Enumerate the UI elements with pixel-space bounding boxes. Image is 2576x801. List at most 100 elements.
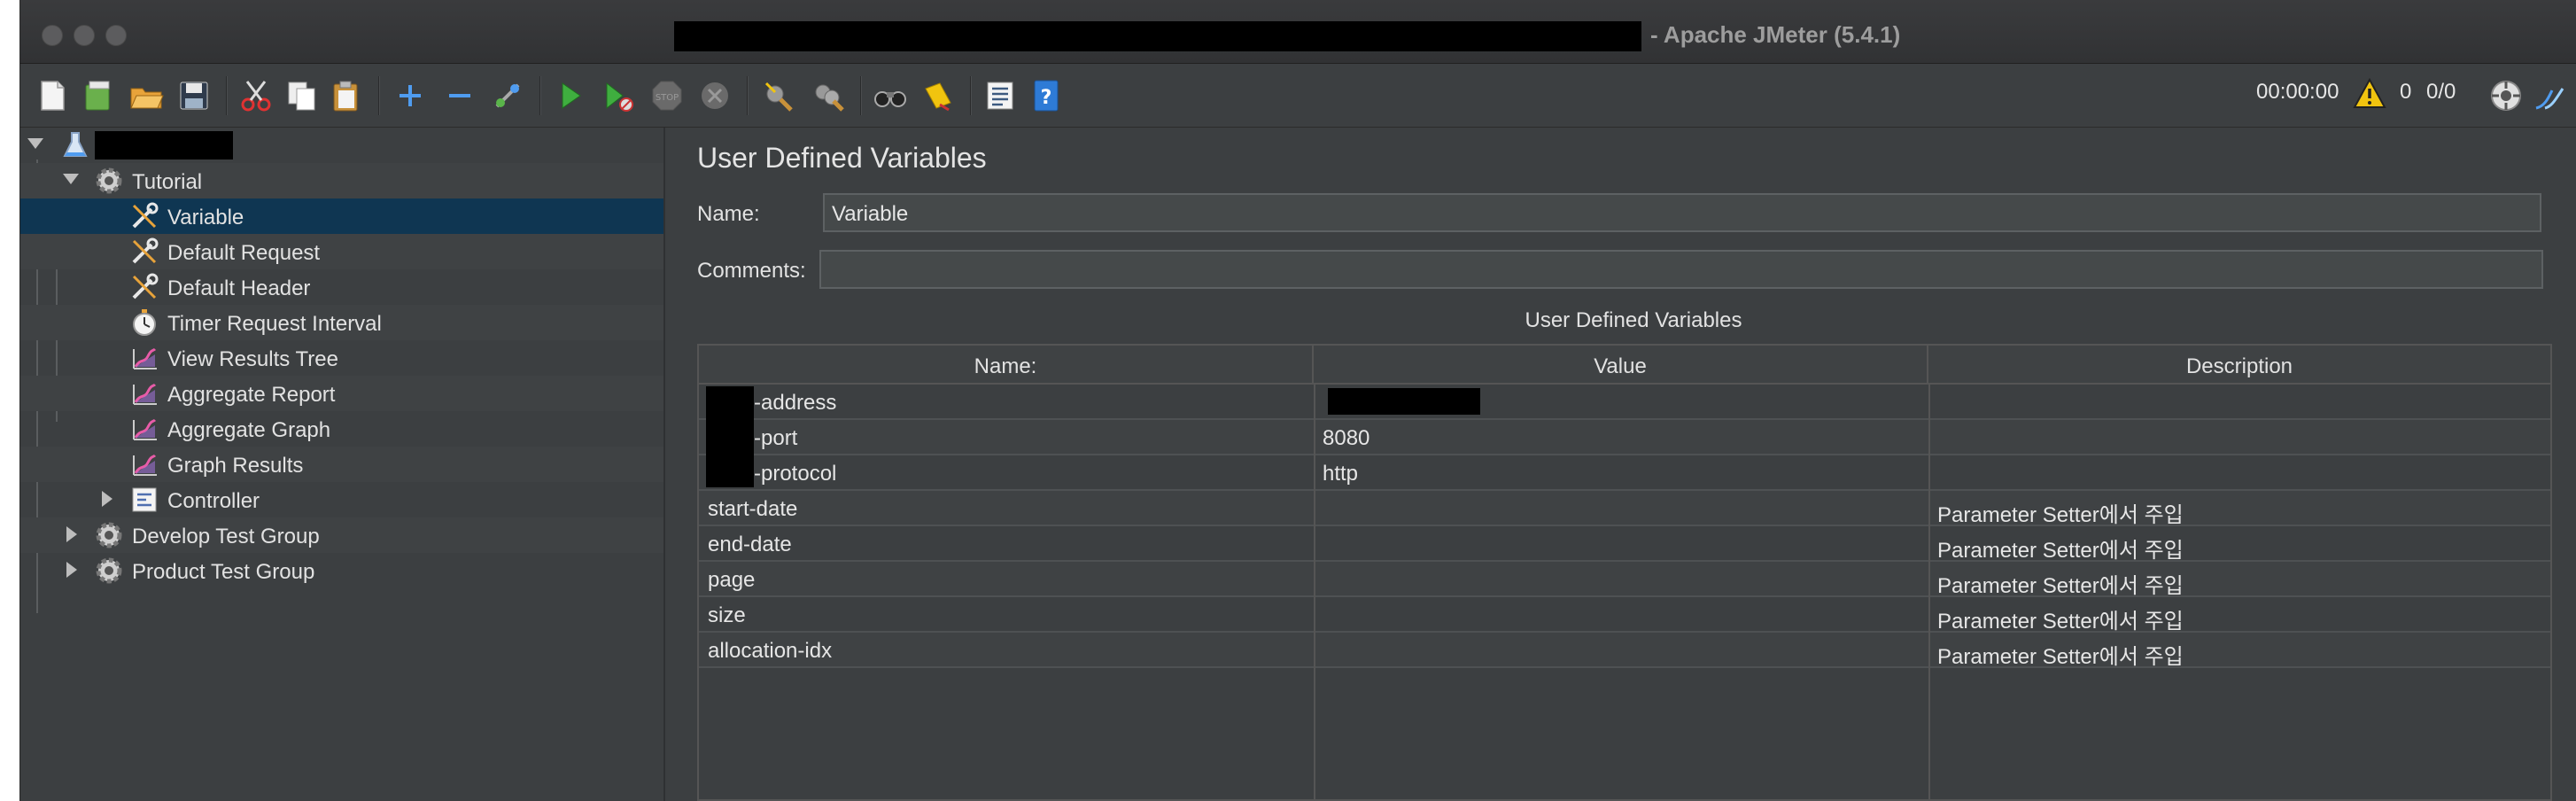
cell-description[interactable] xyxy=(1928,420,2550,455)
tree-item-variable[interactable]: Variable xyxy=(20,198,663,234)
cell-description[interactable]: Parameter Setter에서 주입 xyxy=(1928,562,2550,598)
cell-description[interactable]: Parameter Setter에서 주입 xyxy=(1928,491,2550,527)
elapsed-timer: 00:00:00 xyxy=(2256,80,2339,104)
column-header-name[interactable]: Name: xyxy=(699,346,1314,385)
column-header-value[interactable]: Value xyxy=(1314,346,1928,385)
tree-item-label: Controller xyxy=(167,489,260,513)
clear-all-icon[interactable] xyxy=(809,76,848,115)
comments-field[interactable] xyxy=(819,250,2543,289)
remote-start-icon[interactable] xyxy=(2487,76,2526,115)
templates-icon[interactable] xyxy=(79,76,118,115)
start-no-timers-icon[interactable] xyxy=(598,76,637,115)
cell-value[interactable] xyxy=(1314,385,1928,420)
copy-icon[interactable] xyxy=(283,76,322,115)
tree-item-label: Timer Request Interval xyxy=(167,312,382,336)
controller-icon xyxy=(132,487,157,512)
paste-icon[interactable] xyxy=(327,76,366,115)
cell-description[interactable]: Parameter Setter에서 주입 xyxy=(1928,633,2550,669)
table-row[interactable]: start-date Parameter Setter에서 주입 xyxy=(699,491,2550,527)
cell-value[interactable] xyxy=(1314,562,1928,597)
name-field[interactable]: Variable xyxy=(823,193,2541,232)
cell-value[interactable] xyxy=(1314,633,1928,668)
cell-value[interactable]: http xyxy=(1314,455,1928,491)
comments-label: Comments: xyxy=(697,259,806,283)
expand-icon[interactable] xyxy=(391,76,430,115)
shutdown-icon[interactable] xyxy=(695,76,734,115)
toggle-icon[interactable] xyxy=(488,76,527,115)
column-divider xyxy=(1314,385,1315,801)
open-icon[interactable] xyxy=(127,76,166,115)
gear-icon xyxy=(96,522,122,548)
cell-name[interactable]: size xyxy=(699,597,1314,633)
cell-description[interactable]: Parameter Setter에서 주입 xyxy=(1928,597,2550,634)
toolbar-separator xyxy=(970,76,972,115)
flask-icon xyxy=(63,132,88,157)
cell-value[interactable] xyxy=(1314,597,1928,633)
minimize-window-button[interactable] xyxy=(74,25,95,46)
collapse-icon[interactable] xyxy=(440,76,479,115)
table-row[interactable]: end-date Parameter Setter에서 주입 xyxy=(699,526,2550,563)
expand-arrow-icon[interactable] xyxy=(66,562,77,578)
expand-arrow-icon[interactable] xyxy=(63,174,79,184)
cut-icon[interactable] xyxy=(237,76,275,115)
reset-search-icon[interactable] xyxy=(919,76,958,115)
graph-icon xyxy=(133,418,157,440)
cell-name[interactable]: end-date xyxy=(699,526,1314,562)
gear-icon xyxy=(96,167,122,194)
log-viewer-icon[interactable] xyxy=(2531,76,2570,115)
tree-item-graph-results[interactable]: Graph Results xyxy=(20,447,663,482)
variables-table: Name: Value Description -address -port 8… xyxy=(697,344,2552,801)
cell-value[interactable]: 8080 xyxy=(1314,420,1928,455)
table-row[interactable]: page Parameter Setter에서 주입 xyxy=(699,562,2550,598)
warning-icon[interactable] xyxy=(2350,74,2389,113)
tree-item-test-plan[interactable] xyxy=(20,128,663,163)
search-icon[interactable] xyxy=(871,76,910,115)
jmeter-window: - Apache JMeter (5.4.1) STOP ? 00:00:00 … xyxy=(19,0,2576,801)
tree-item-product-test-group[interactable]: Product Test Group xyxy=(20,553,663,588)
start-icon[interactable] xyxy=(550,76,589,115)
tree-item-default-header[interactable]: Default Header xyxy=(20,269,663,305)
tree-item-default-request[interactable]: Default Request xyxy=(20,234,663,269)
help-icon[interactable]: ? xyxy=(1027,76,1066,115)
cell-description[interactable] xyxy=(1928,385,2550,420)
cell-name[interactable]: start-date xyxy=(699,491,1314,526)
expand-arrow-icon[interactable] xyxy=(27,138,43,149)
wrench-icon xyxy=(132,237,159,264)
cell-description[interactable] xyxy=(1928,455,2550,491)
close-window-button[interactable] xyxy=(42,25,63,46)
tree-item-controller[interactable]: Controller xyxy=(20,482,663,517)
cell-name[interactable]: -port xyxy=(745,420,1312,455)
tree-item-tutorial[interactable]: Tutorial xyxy=(20,163,663,198)
table-row[interactable]: size Parameter Setter에서 주입 xyxy=(699,597,2550,634)
cell-name[interactable]: -address xyxy=(745,385,1312,420)
stop-icon[interactable]: STOP xyxy=(648,76,687,115)
tree-item-label: Default Request xyxy=(167,241,321,265)
save-icon[interactable] xyxy=(175,76,213,115)
toolbar-separator xyxy=(860,76,862,115)
tree-item-develop-test-group[interactable]: Develop Test Group xyxy=(20,517,663,553)
toolbar-separator xyxy=(747,76,749,115)
tree-item-timer-request-interval[interactable]: Timer Request Interval xyxy=(20,305,663,340)
cell-name[interactable]: -protocol xyxy=(745,455,1312,491)
cell-description[interactable]: Parameter Setter에서 주입 xyxy=(1928,526,2550,563)
table-row[interactable]: -address xyxy=(699,385,2550,420)
tree-item-aggregate-report[interactable]: Aggregate Report xyxy=(20,376,663,411)
tree-item-view-results-tree[interactable]: View Results Tree xyxy=(20,340,663,376)
function-helper-icon[interactable] xyxy=(981,76,1020,115)
clear-icon[interactable] xyxy=(759,76,798,115)
expand-arrow-icon[interactable] xyxy=(66,526,77,542)
table-row[interactable]: -port 8080 xyxy=(699,420,2550,455)
svg-text:STOP: STOP xyxy=(656,93,679,103)
cell-value[interactable] xyxy=(1314,491,1928,526)
table-row[interactable]: -protocol http xyxy=(699,455,2550,491)
cell-name[interactable]: page xyxy=(699,562,1314,597)
cell-name[interactable]: allocation-idx xyxy=(699,633,1314,668)
new-icon[interactable] xyxy=(33,76,72,115)
cell-value[interactable] xyxy=(1314,526,1928,562)
table-row[interactable]: allocation-idx Parameter Setter에서 주입 xyxy=(699,633,2550,669)
column-header-description[interactable]: Description xyxy=(1928,346,2550,385)
panel-splitter[interactable] xyxy=(663,128,690,801)
zoom-window-button[interactable] xyxy=(105,25,127,46)
expand-arrow-icon[interactable] xyxy=(102,491,113,507)
tree-item-aggregate-graph[interactable]: Aggregate Graph xyxy=(20,411,663,447)
